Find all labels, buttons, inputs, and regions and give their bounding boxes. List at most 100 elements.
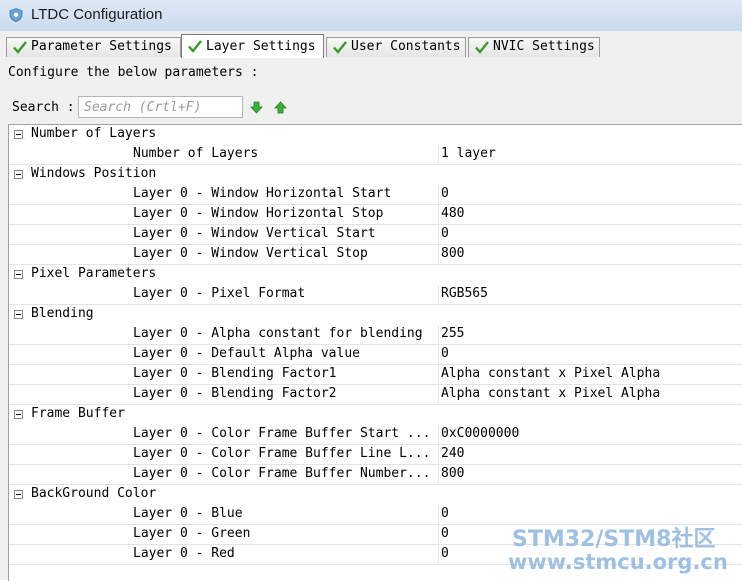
- parameter-name: Layer 0 - Color Frame Buffer Start ...: [133, 426, 431, 441]
- parameter-name: Layer 0 - Blending Factor1: [133, 366, 337, 381]
- column-divider: [438, 185, 439, 205]
- tab-label: Parameter Settings: [31, 39, 172, 54]
- parameter-name: Layer 0 - Window Vertical Stop: [133, 246, 368, 261]
- group-row[interactable]: Number of Layers: [9, 125, 742, 145]
- check-icon: [13, 41, 27, 54]
- parameter-value[interactable]: Alpha constant x Pixel Alpha: [441, 386, 660, 401]
- parameter-name: Layer 0 - Pixel Format: [133, 286, 306, 301]
- parameter-row[interactable]: Layer 0 - Window Vertical Start 0: [9, 225, 742, 245]
- parameter-row[interactable]: Layer 0 - Alpha constant for blending 255: [9, 325, 742, 345]
- parameter-name: Layer 0 - Default Alpha value: [133, 346, 360, 361]
- group-row[interactable]: Windows Position: [9, 165, 742, 185]
- parameter-value[interactable]: Alpha constant x Pixel Alpha: [441, 366, 660, 381]
- tab-layer-settings[interactable]: Layer Settings: [181, 34, 324, 59]
- check-icon: [188, 40, 202, 53]
- column-divider: [438, 465, 439, 485]
- parameter-name: Layer 0 - Green: [133, 526, 251, 541]
- parameter-value[interactable]: 0: [441, 226, 449, 241]
- collapse-icon[interactable]: [14, 270, 23, 279]
- parameter-name: Layer 0 - Window Horizontal Stop: [133, 206, 384, 221]
- column-divider: [438, 325, 439, 345]
- parameter-name: Layer 0 - Blue: [133, 506, 243, 521]
- column-divider: [438, 445, 439, 465]
- watermark-url: www.stmcu.org.cn: [508, 550, 728, 574]
- parameter-tree: Number of Layers Number of Layers 1 layer W…: [8, 124, 742, 581]
- group-row[interactable]: Blending: [9, 305, 742, 325]
- parameter-value[interactable]: 240: [441, 446, 464, 461]
- parameter-row[interactable]: Number of Layers 1 layer: [9, 145, 742, 165]
- app-shield-icon: [9, 8, 23, 22]
- parameter-value[interactable]: 800: [441, 466, 464, 481]
- instructions-text: Configure the below parameters :: [8, 65, 259, 80]
- parameter-value[interactable]: 0: [441, 506, 449, 521]
- tab-nvic-settings[interactable]: NVIC Settings: [468, 37, 600, 57]
- column-divider: [438, 385, 439, 405]
- parameter-row[interactable]: Layer 0 - Pixel Format RGB565: [9, 285, 742, 305]
- column-divider: [438, 245, 439, 265]
- parameter-name: Layer 0 - Window Vertical Start: [133, 226, 376, 241]
- column-divider: [438, 505, 439, 525]
- parameter-row[interactable]: Layer 0 - Blending Factor1 Alpha constant…: [9, 365, 742, 385]
- group-label: Pixel Parameters: [31, 266, 157, 281]
- group-row[interactable]: BackGround Color: [9, 485, 742, 505]
- group-label: Windows Position: [31, 166, 157, 181]
- parameter-value[interactable]: 800: [441, 246, 464, 261]
- parameter-name: Layer 0 - Color Frame Buffer Number...: [133, 466, 431, 481]
- parameter-row[interactable]: Layer 0 - Window Horizontal Stop 480: [9, 205, 742, 225]
- parameter-row[interactable]: Layer 0 - Color Frame Buffer Number... 80…: [9, 465, 742, 485]
- watermark-text: STM32/STM8社区: [512, 527, 716, 552]
- arrow-down-icon[interactable]: [250, 101, 263, 114]
- column-divider: [438, 525, 439, 545]
- parameter-value[interactable]: 480: [441, 206, 464, 221]
- search-input[interactable]: [78, 96, 243, 118]
- column-divider: [438, 365, 439, 385]
- arrow-up-icon[interactable]: [274, 101, 287, 114]
- parameter-value[interactable]: 0xC0000000: [441, 426, 519, 441]
- parameter-name: Number of Layers: [133, 146, 259, 161]
- parameter-value[interactable]: 1 layer: [441, 146, 496, 161]
- parameter-value[interactable]: 0: [441, 546, 449, 561]
- tab-parameter-settings[interactable]: Parameter Settings: [6, 37, 181, 57]
- group-label: Frame Buffer: [31, 406, 125, 421]
- parameter-name: Layer 0 - Alpha constant for blending: [133, 326, 423, 341]
- column-divider: [438, 145, 439, 165]
- parameter-value[interactable]: 0: [441, 346, 449, 361]
- group-row[interactable]: Pixel Parameters: [9, 265, 742, 285]
- window-title: LTDC Configuration: [31, 6, 163, 23]
- column-divider: [438, 425, 439, 445]
- parameter-value[interactable]: 0: [441, 186, 449, 201]
- tab-user-constants[interactable]: User Constants: [326, 37, 466, 57]
- parameter-row[interactable]: Layer 0 - Window Horizontal Start 0: [9, 185, 742, 205]
- group-label: Blending: [31, 306, 94, 321]
- parameter-row[interactable]: Layer 0 - Color Frame Buffer Start ... 0x…: [9, 425, 742, 445]
- search-label: Search :: [12, 100, 75, 115]
- parameter-name: Layer 0 - Color Frame Buffer Line L...: [133, 446, 431, 461]
- parameter-value[interactable]: 0: [441, 526, 449, 541]
- layer-settings-panel: Configure the below parameters : Search …: [0, 58, 742, 581]
- parameter-value[interactable]: 255: [441, 326, 464, 341]
- column-divider: [438, 345, 439, 365]
- parameter-row[interactable]: Layer 0 - Color Frame Buffer Line L... 24…: [9, 445, 742, 465]
- collapse-icon[interactable]: [14, 310, 23, 319]
- parameter-row[interactable]: Layer 0 - Window Vertical Stop 800: [9, 245, 742, 265]
- parameter-row[interactable]: Layer 0 - Default Alpha value 0: [9, 345, 742, 365]
- column-divider: [438, 205, 439, 225]
- group-row[interactable]: Frame Buffer: [9, 405, 742, 425]
- check-icon: [333, 41, 347, 54]
- parameter-row[interactable]: Layer 0 - Blending Factor2 Alpha constant…: [9, 385, 742, 405]
- tab-label: Layer Settings: [206, 39, 316, 54]
- tab-bar: Parameter Settings Layer Settings User C…: [0, 31, 742, 59]
- parameter-name: Layer 0 - Red: [133, 546, 235, 561]
- column-divider: [438, 285, 439, 305]
- column-divider: [438, 545, 439, 565]
- collapse-icon[interactable]: [14, 130, 23, 139]
- parameter-name: Layer 0 - Window Horizontal Start: [133, 186, 392, 201]
- collapse-icon[interactable]: [14, 490, 23, 499]
- title-bar: LTDC Configuration: [0, 0, 742, 31]
- column-divider: [438, 225, 439, 245]
- check-icon: [475, 41, 489, 54]
- group-label: BackGround Color: [31, 486, 157, 501]
- parameter-value[interactable]: RGB565: [441, 286, 488, 301]
- collapse-icon[interactable]: [14, 410, 23, 419]
- collapse-icon[interactable]: [14, 170, 23, 179]
